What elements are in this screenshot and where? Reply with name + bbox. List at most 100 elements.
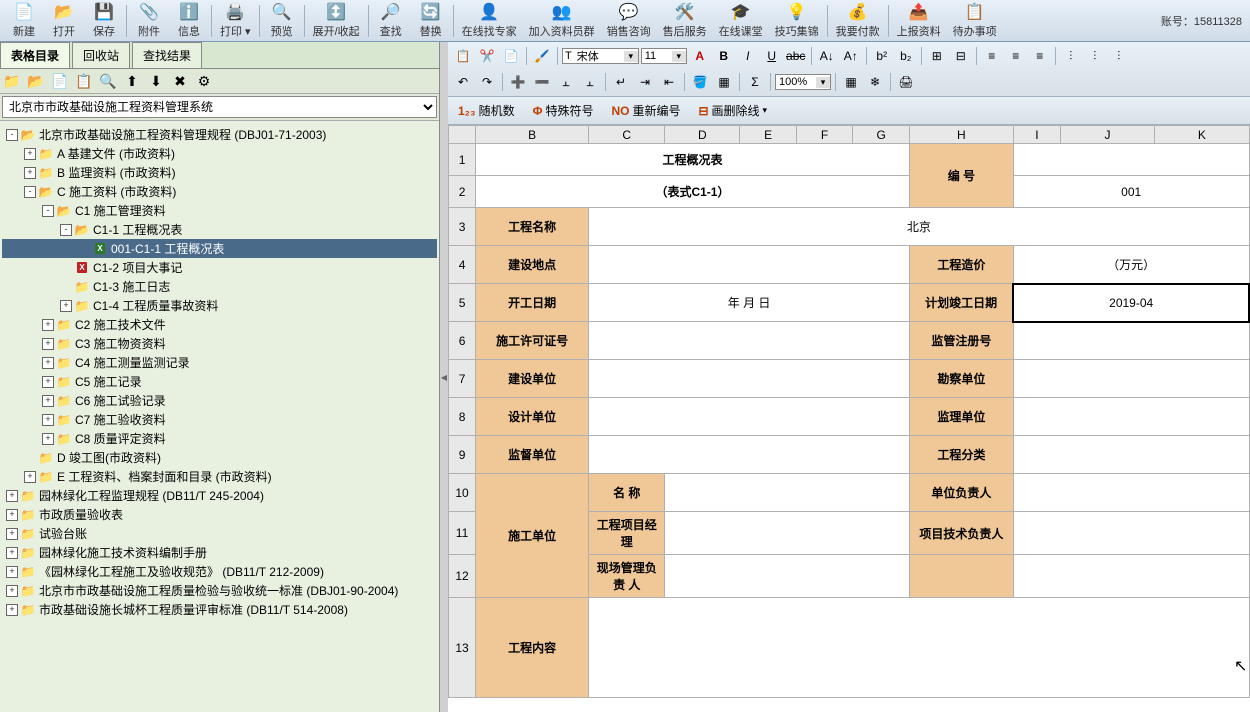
col-header[interactable]: J xyxy=(1060,126,1154,144)
toolbar-预览[interactable]: 🔍预览 xyxy=(262,0,302,41)
tree-node[interactable]: 📁D 竣工图(市政资料) xyxy=(2,448,437,467)
spreadsheet[interactable]: BCDEFGHIJK1工程概况表编 号2（表式C1-1）0013工程名称北京4建… xyxy=(448,125,1250,712)
tree-node[interactable]: +📁C8 质量评定资料 xyxy=(2,429,437,448)
tree-node[interactable]: +📁C5 施工记录 xyxy=(2,372,437,391)
toolbar-信息[interactable]: ℹ️信息 xyxy=(169,0,209,41)
col-header[interactable]: B xyxy=(476,126,589,144)
valign-middle-icon[interactable]: ⫶ xyxy=(1084,46,1106,66)
align-left-icon[interactable]: ≡ xyxy=(981,46,1003,66)
tree-expander-icon[interactable]: + xyxy=(6,528,18,540)
tree-node[interactable]: +📁园林绿化工程监理规程 (DB11/T 245-2004) xyxy=(2,486,437,505)
tree-expander-icon[interactable]: + xyxy=(42,433,54,445)
font-size-combo[interactable]: ▾ xyxy=(641,48,687,64)
tree-node[interactable]: +📁C7 施工验收资料 xyxy=(2,410,437,429)
tree-expander-icon[interactable]: + xyxy=(42,414,54,426)
tree-expander-icon[interactable]: + xyxy=(24,167,36,179)
tab-查找结果[interactable]: 查找结果 xyxy=(132,42,202,68)
tree-tool-icon[interactable]: 📄 xyxy=(50,71,70,91)
special-重新编号[interactable]: NO重新编号 xyxy=(607,100,684,121)
toolbar-技巧集锦[interactable]: 💡技巧集锦 xyxy=(769,0,825,41)
tree-expander-icon[interactable]: + xyxy=(6,490,18,502)
fill-color-icon[interactable]: 🪣 xyxy=(689,72,711,92)
tree-expander-icon[interactable]: + xyxy=(6,566,18,578)
insert-col-icon[interactable]: ⫠ xyxy=(555,72,577,92)
toolbar-待办事项[interactable]: 📋待办事项 xyxy=(947,0,1003,41)
tree-node[interactable]: +📁北京市市政基础设施工程质量检验与验收统一标准 (DBJ01-90-2004) xyxy=(2,581,437,600)
tab-回收站[interactable]: 回收站 xyxy=(72,42,130,68)
special-随机数[interactable]: 1₂₃随机数 xyxy=(454,100,519,121)
col-header[interactable]: K xyxy=(1155,126,1249,144)
col-header[interactable]: C xyxy=(589,126,665,144)
tree-node[interactable]: +📁《园林绿化工程施工及验收规范》 (DB11/T 212-2009) xyxy=(2,562,437,581)
indent-icon[interactable]: ⇥ xyxy=(634,72,656,92)
toolbar-打开[interactable]: 📂打开 xyxy=(44,0,84,41)
tree-expander-icon[interactable]: - xyxy=(60,224,72,236)
toolbar-加入资料员群[interactable]: 👥加入资料员群 xyxy=(523,0,601,41)
subscript-icon[interactable]: b₂ xyxy=(895,46,917,66)
toolbar-保存[interactable]: 💾保存 xyxy=(84,0,124,41)
tree-expander-icon[interactable]: + xyxy=(6,547,18,559)
tree-expander-icon[interactable]: - xyxy=(24,186,36,198)
tree-node[interactable]: +📁A 基建文件 (市政资料) xyxy=(2,144,437,163)
tab-表格目录[interactable]: 表格目录 xyxy=(0,42,70,68)
tree-tool-icon[interactable]: ⬇ xyxy=(146,71,166,91)
paste-icon[interactable]: 📄 xyxy=(500,46,522,66)
tree-node[interactable]: +📁C3 施工物资资料 xyxy=(2,334,437,353)
valign-bottom-icon[interactable]: ⫶ xyxy=(1108,46,1130,66)
tree-expander-icon[interactable]: + xyxy=(6,604,18,616)
toolbar-上报资料[interactable]: 📤上报资料 xyxy=(891,0,947,41)
split-cells-icon[interactable]: ⊟ xyxy=(950,46,972,66)
col-header[interactable]: I xyxy=(1013,126,1060,144)
undo-icon[interactable]: ↶ xyxy=(452,72,474,92)
toolbar-在线课堂[interactable]: 🎓在线课堂 xyxy=(713,0,769,41)
toolbar-展开/收起[interactable]: ↕️展开/收起 xyxy=(307,0,366,41)
tree-expander-icon[interactable]: + xyxy=(6,509,18,521)
format-painter-icon[interactable]: 🖌️ xyxy=(531,46,553,66)
tree-tool-icon[interactable]: 📂 xyxy=(26,71,46,91)
system-dropdown[interactable]: 北京市市政基础设施工程资料管理系统 xyxy=(2,96,437,118)
tree-expander-icon[interactable]: + xyxy=(42,319,54,331)
tree-node[interactable]: +📁C1-4 工程质量事故资料 xyxy=(2,296,437,315)
tree-expander-icon[interactable]: - xyxy=(42,205,54,217)
tree-expander-icon[interactable]: + xyxy=(42,395,54,407)
merge-cells-icon[interactable]: ⊞ xyxy=(926,46,948,66)
zoom-combo[interactable]: ▾ xyxy=(775,74,831,90)
col-header[interactable]: D xyxy=(665,126,740,144)
tree-node[interactable]: +📁C4 施工测量监测记录 xyxy=(2,353,437,372)
border-icon[interactable]: ▦ xyxy=(713,72,735,92)
copy-icon[interactable]: 📋 xyxy=(452,46,474,66)
toolbar-售后服务[interactable]: 🛠️售后服务 xyxy=(657,0,713,41)
decrease-font-icon[interactable]: A↓ xyxy=(816,46,838,66)
outdent-icon[interactable]: ⇤ xyxy=(658,72,680,92)
font-family-combo[interactable]: T ▾ xyxy=(562,48,639,64)
tree-tool-icon[interactable]: ⚙ xyxy=(194,71,214,91)
font-color-icon[interactable]: A xyxy=(689,46,711,66)
print-area-icon[interactable]: 🖨 xyxy=(895,72,917,92)
tree-node[interactable]: +📁市政质量验收表 xyxy=(2,505,437,524)
toolbar-附件[interactable]: 📎附件 xyxy=(129,0,169,41)
tree-expander-icon[interactable]: + xyxy=(60,300,72,312)
tree-tool-icon[interactable]: 📁 xyxy=(2,71,22,91)
special-特殊符号[interactable]: Φ特殊符号 xyxy=(529,100,598,121)
tree-node[interactable]: +📁试验台账 xyxy=(2,524,437,543)
tree-node[interactable]: +📁园林绿化施工技术资料编制手册 xyxy=(2,543,437,562)
underline-icon[interactable]: U xyxy=(761,46,783,66)
cut-icon[interactable]: ✂️ xyxy=(476,46,498,66)
valign-top-icon[interactable]: ⫶ xyxy=(1060,46,1082,66)
special-画删除线[interactable]: ⊟画删除线▾ xyxy=(694,100,771,121)
tree-node[interactable]: -📂C1-1 工程概况表 xyxy=(2,220,437,239)
align-right-icon[interactable]: ≡ xyxy=(1029,46,1051,66)
italic-icon[interactable]: I xyxy=(737,46,759,66)
col-header[interactable]: E xyxy=(740,126,797,144)
tree-expander-icon[interactable]: + xyxy=(42,338,54,350)
tree-node[interactable]: +📁B 监理资料 (市政资料) xyxy=(2,163,437,182)
toolbar-查找[interactable]: 🔎查找 xyxy=(371,0,411,41)
delete-row-icon[interactable]: ➖ xyxy=(531,72,553,92)
tree-node[interactable]: +📁C6 施工试验记录 xyxy=(2,391,437,410)
tree-node[interactable]: +📁C2 施工技术文件 xyxy=(2,315,437,334)
tree-expander-icon[interactable]: - xyxy=(6,129,18,141)
tree-tool-icon[interactable]: 📋 xyxy=(74,71,94,91)
tree-view[interactable]: -📂北京市政基础设施工程资料管理规程 (DBJ01-71-2003)+📁A 基建… xyxy=(0,121,439,712)
tree-expander-icon[interactable]: + xyxy=(42,357,54,369)
insert-row-icon[interactable]: ➕ xyxy=(507,72,529,92)
